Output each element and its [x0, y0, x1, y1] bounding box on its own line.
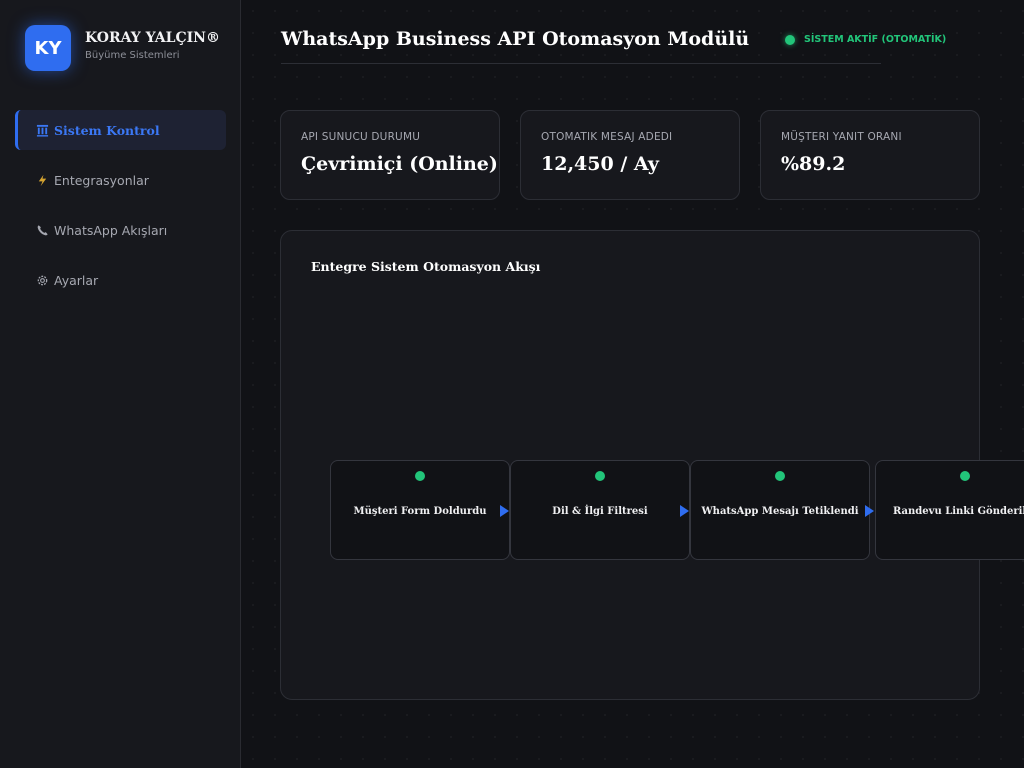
sidebar-item-label: WhatsApp Akışları: [54, 222, 168, 238]
brand-subtitle: Büyüme Sistemleri: [85, 50, 180, 61]
lightning-icon: [35, 173, 49, 187]
node-status-icon: [960, 471, 970, 481]
node-status-icon: [595, 471, 605, 481]
stat-label: OTOMATIK MESAJ ADEDI: [541, 131, 673, 143]
gear-icon: [35, 273, 49, 287]
flow-arrow-icon: [500, 505, 509, 517]
node-label: Dil & İlgi Filtresi: [552, 506, 648, 517]
sidebar-item-label: Sistem Kontrol: [54, 122, 160, 138]
stat-label: MÜŞTERI YANIT ORANI: [781, 131, 902, 143]
sidebar-item-whatsapp-akislari[interactable]: WhatsApp Akışları: [15, 210, 226, 250]
stat-card-message-count: OTOMATIK MESAJ ADEDI 12,450 / Ay: [520, 110, 740, 200]
node-status-icon: [415, 471, 425, 481]
sidebar-item-label: Ayarlar: [54, 272, 99, 288]
flow-node-filter[interactable]: Dil & İlgi Filtresi: [510, 460, 690, 560]
phone-icon: [35, 223, 49, 237]
brand[interactable]: KY KORAY YALÇIN® Büyüme Sistemleri: [25, 25, 220, 71]
stat-label: API SUNUCU DURUMU: [301, 131, 421, 143]
flow-node-whatsapp[interactable]: WhatsApp Mesajı Tetiklendi: [690, 460, 870, 560]
flow-node-appointment[interactable]: Randevu Linki Gönderildi: [875, 460, 1024, 560]
sidebar-item-ayarlar[interactable]: Ayarlar: [15, 260, 226, 300]
node-status-icon: [775, 471, 785, 481]
flow-node-form[interactable]: Müşteri Form Doldurdu: [330, 460, 510, 560]
stat-value: 12,450 / Ay: [541, 153, 659, 175]
brand-name: KORAY YALÇIN®: [85, 30, 220, 46]
sidebar-nav: Sistem Kontrol Entegrasyonlar WhatsApp A…: [15, 110, 226, 310]
flow-title: Entegre Sistem Otomasyon Akışı: [311, 259, 541, 274]
brand-text: KORAY YALÇIN® Büyüme Sistemleri: [85, 25, 220, 71]
sidebar: KY KORAY YALÇIN® Büyüme Sistemleri Siste…: [0, 0, 241, 768]
stat-value: Çevrimiçi (Online): [301, 153, 498, 175]
status-text: SİSTEM AKTİF (OTOMATİK): [804, 34, 947, 45]
flow-arrow-icon: [680, 505, 689, 517]
sidebar-item-entegrasyonlar[interactable]: Entegrasyonlar: [15, 160, 226, 200]
sidebar-item-sistem-kontrol[interactable]: Sistem Kontrol: [15, 110, 226, 150]
stat-value: %89.2: [781, 153, 846, 175]
node-label: Müşteri Form Doldurdu: [353, 506, 487, 517]
stat-card-api-status: API SUNUCU DURUMU Çevrimiçi (Online): [280, 110, 500, 200]
flow-arrow-icon: [865, 505, 874, 517]
stat-card-response-rate: MÜŞTERI YANIT ORANI %89.2: [760, 110, 980, 200]
sidebar-item-label: Entegrasyonlar: [54, 172, 149, 188]
status-indicator-icon: [785, 34, 795, 45]
system-status: SİSTEM AKTİF (OTOMATİK): [785, 34, 946, 45]
building-columns-icon: [35, 123, 49, 137]
node-label: Randevu Linki Gönderildi: [892, 506, 1024, 517]
app-window: KY KORAY YALÇIN® Büyüme Sistemleri Siste…: [0, 0, 1024, 768]
brand-logo: KY: [25, 25, 71, 71]
node-label: WhatsApp Mesajı Tetiklendi: [701, 506, 859, 517]
